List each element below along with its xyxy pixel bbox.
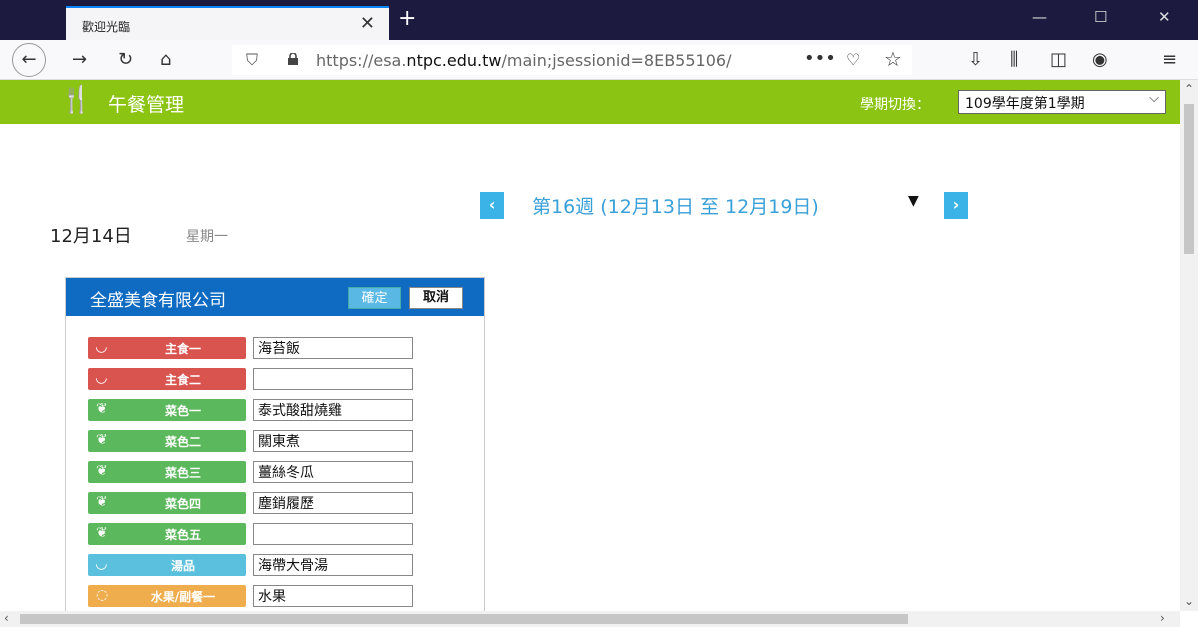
dish-category-tag: ❦ 菜色二 [88,430,246,452]
dish-category-tag: ◌ 水果/副餐一 [88,585,246,607]
dish-input[interactable] [253,554,413,576]
maximize-icon[interactable]: ☐ [1094,8,1107,26]
next-week-button[interactable]: › [944,192,968,219]
vegetable-icon: ❦ [96,432,108,448]
tab-close-icon[interactable]: ✕ [360,13,375,34]
dish-category-tag: ❦ 菜色四 [88,492,246,514]
shield-icon[interactable]: ⛉ [246,50,258,70]
dish-category-label: 菜色五 [164,528,201,542]
vegetable-icon: ❦ [96,401,108,417]
dish-category-tag: ❦ 菜色一 [88,399,246,421]
fruit-icon: ◌ [96,587,109,603]
semester-label: 學期切換： [860,97,930,113]
dish-category-label: 菜色四 [164,497,201,511]
confirm-button[interactable]: 確定 [348,287,401,309]
scroll-right-icon[interactable]: › [1160,611,1165,625]
url-bar[interactable]: ⛉ https://esa.ntpc.edu.tw/main;jsessioni… [232,45,912,75]
downloads-icon[interactable]: ⇩ [968,49,983,70]
vegetable-icon: ❦ [96,494,108,510]
tab-bar: 歡迎光臨 ✕ + — ☐ ✕ [0,0,1198,40]
soup-bowl-icon: ◡ [96,556,107,572]
dish-input[interactable] [253,368,413,390]
window-close-icon[interactable]: ✕ [1158,8,1171,26]
utensils-icon: 🍴 [60,85,93,115]
vertical-scroll-thumb[interactable] [1184,104,1194,254]
previous-week-button[interactable]: ‹ [480,192,504,219]
vegetable-icon: ❦ [96,463,108,479]
navigation-bar: ← → ↻ ⌂ ⛉ https://esa.ntpc.edu.tw/main;j… [0,40,1198,80]
dish-category-tag: ◡ 湯品 [88,554,246,576]
scroll-down-icon[interactable]: ⌄ [1184,594,1194,608]
date-label: 12月14日 [50,226,132,247]
forward-arrow-icon[interactable]: → [72,49,87,70]
lock-icon[interactable] [287,53,299,65]
tab-title: 歡迎光臨 [82,20,131,34]
dish-input[interactable] [253,585,413,607]
weekday-label: 星期一 [186,229,228,245]
sidebar-icon[interactable]: ◫ [1050,49,1067,70]
reload-icon[interactable]: ↻ [118,49,133,70]
cancel-button[interactable]: 取消 [409,287,463,309]
menu-icon[interactable]: ≡ [1162,49,1177,70]
semester-select[interactable]: 109學年度第1學期 ⌵ [958,90,1166,114]
dish-category-label: 水果/副餐一 [150,590,216,604]
back-arrow-icon[interactable]: ← [12,43,46,77]
dish-category-tag: ◡ 主食二 [88,368,246,390]
dish-input[interactable] [253,337,413,359]
app-title[interactable]: 午餐管理 [108,90,184,117]
dish-category-tag: ◡ 主食一 [88,337,246,359]
bookmark-star-icon[interactable]: ☆ [884,47,902,71]
dish-input[interactable] [253,523,413,545]
scroll-left-icon[interactable]: ‹ [4,611,9,625]
url-text[interactable]: https://esa.ntpc.edu.tw/main;jsessionid=… [316,51,796,70]
app-header: 🍴 午餐管理 學期切換： 109學年度第1學期 ⌵ [0,80,1180,124]
vertical-scrollbar[interactable]: ⌃ ⌄ [1180,80,1198,611]
dish-input[interactable] [253,399,413,421]
rice-bowl-icon: ◡ [96,370,107,386]
rice-bowl-icon: ◡ [96,339,107,355]
semester-value: 109學年度第1學期 [965,96,1085,112]
chevron-down-icon: ⌵ [1149,91,1159,106]
dish-input[interactable] [253,430,413,452]
caret-down-icon[interactable]: ▼ [908,193,919,209]
dish-category-label: 湯品 [170,559,195,573]
browser-tab[interactable]: 歡迎光臨 ✕ [66,6,389,40]
dish-input[interactable] [253,461,413,483]
dish-category-label: 菜色三 [164,466,201,480]
dish-category-label: 主食二 [164,373,201,387]
url-domain: ntpc.edu.tw [406,51,502,70]
browser-window: 歡迎光臨 ✕ + — ☐ ✕ ← → ↻ ⌂ ⛉ https://esa.ntp… [0,0,1198,627]
dish-input[interactable] [253,492,413,514]
vegetable-icon: ❦ [96,525,108,541]
account-icon[interactable]: ◉ [1092,49,1108,70]
horizontal-scrollbar[interactable]: ‹ › [0,611,1180,627]
dish-category-tag: ❦ 菜色五 [88,523,246,545]
dish-category-label: 主食一 [164,342,201,356]
dish-category-label: 菜色二 [164,435,201,449]
home-icon[interactable]: ⌂ [160,49,171,70]
vendor-name: 全盛美食有限公司 [90,291,226,311]
page-actions-icon[interactable]: ••• [804,48,836,69]
pocket-icon[interactable]: ♡ [846,50,860,69]
url-prefix: https://esa. [316,51,407,70]
horizontal-scroll-thumb[interactable] [20,614,908,624]
url-path: /main;jsessionid=8EB55106/ [501,51,732,70]
minimize-icon[interactable]: — [1032,8,1047,26]
new-tab-icon[interactable]: + [398,6,416,31]
menu-panel: 全盛美食有限公司 確定 取消 ◡ 主食一 ◡ 主食二 ❦ 菜色一 [65,277,485,627]
library-icon[interactable]: ⫼ [1010,49,1018,70]
week-selector[interactable]: 第16週 (12月13日 至 12月19日) [532,192,819,219]
dish-category-tag: ❦ 菜色三 [88,461,246,483]
dish-category-label: 菜色一 [164,404,201,418]
scroll-up-icon[interactable]: ⌃ [1184,82,1194,96]
panel-header: 全盛美食有限公司 確定 取消 [66,278,484,316]
